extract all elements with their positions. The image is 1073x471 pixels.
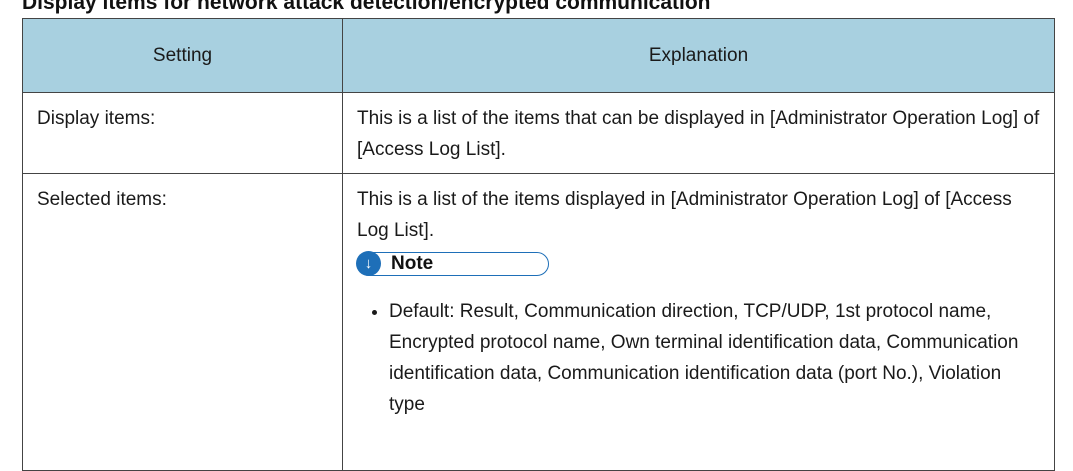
- table-row: Display items: This is a list of the ite…: [22, 92, 1055, 174]
- setting-cell: Selected items:: [22, 173, 343, 471]
- note-section: ↓ Note: [356, 251, 1040, 286]
- explanation-cell: This is a list of the items displayed in…: [342, 173, 1055, 471]
- setting-cell: Display items:: [22, 92, 343, 174]
- note-list: Default: Result, Communication direction…: [357, 296, 1040, 420]
- settings-table: Setting Explanation Display items: This …: [22, 18, 1055, 471]
- explanation-cell: This is a list of the items that can be …: [342, 92, 1055, 174]
- column-header-explanation: Explanation: [342, 18, 1055, 93]
- note-label: Note: [391, 253, 434, 274]
- table-header-row: Setting Explanation: [22, 18, 1055, 93]
- section-heading: Display items for network attack detecti…: [22, 0, 711, 14]
- column-header-setting: Setting: [22, 18, 343, 93]
- note-item: Default: Result, Communication direction…: [389, 296, 1040, 420]
- table-row: Selected items: This is a list of the it…: [22, 173, 1055, 471]
- note-badge: ↓ Note: [356, 251, 549, 276]
- explanation-text: This is a list of the items displayed in…: [357, 189, 1012, 241]
- down-arrow-icon: ↓: [356, 251, 381, 276]
